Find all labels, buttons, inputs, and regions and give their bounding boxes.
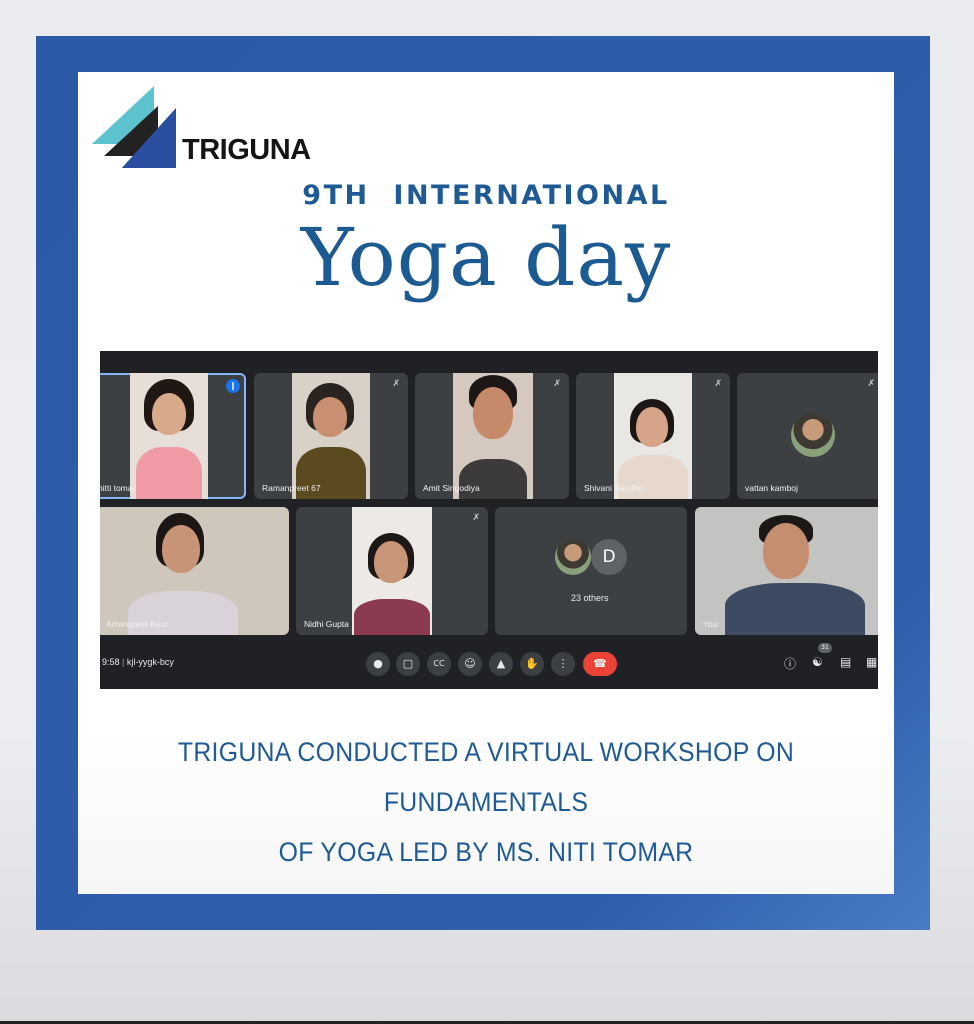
heading-subtitle: 9TH INTERNATIONAL bbox=[302, 180, 670, 211]
participant-count-badge: 31 bbox=[818, 643, 832, 653]
participant-tile: ✗ vattan kamboj bbox=[737, 373, 878, 499]
camera-icon[interactable]: ▢ bbox=[396, 652, 420, 676]
participant-video bbox=[130, 373, 208, 499]
muted-mic-icon: ✗ bbox=[392, 379, 400, 389]
participant-tile: ✗ Shivani Sandhu bbox=[576, 373, 730, 499]
muted-mic-icon: ✗ bbox=[867, 379, 875, 389]
call-controls-bar: 9:58 | kjl-yygk-bcy ● ▢ CC ☺ ▲ ✋ ⋮ ☎ ⓘ 3… bbox=[100, 643, 878, 689]
participant-name: vattan kamboj bbox=[745, 483, 798, 493]
meeting-info: 9:58 | kjl-yygk-bcy bbox=[102, 657, 174, 667]
muted-mic-icon: ✗ bbox=[714, 379, 722, 389]
participant-name: You bbox=[703, 619, 718, 629]
people-icon[interactable]: ☯ bbox=[812, 655, 823, 669]
video-call-screenshot: ‖ nitti tomar ✗ Ramanpreet 67 ✗ Amit Sin… bbox=[100, 351, 878, 689]
participant-avatar bbox=[555, 539, 591, 575]
info-icon[interactable]: ⓘ bbox=[784, 655, 796, 672]
caption-line-2: OF YOGA LED BY MS. NITI TOMAR bbox=[278, 837, 694, 867]
participant-name: Amanpreet Kaur bbox=[106, 619, 168, 629]
triguna-logo: TRIGUNA bbox=[84, 78, 311, 168]
participant-tile: ✗ Ramanpreet 67 bbox=[254, 373, 408, 499]
others-count: 23 others bbox=[571, 593, 609, 603]
participant-tile: ✗ Nidhi Gupta bbox=[296, 507, 488, 635]
participant-video bbox=[453, 373, 533, 499]
muted-mic-icon: ✗ bbox=[273, 513, 281, 523]
participant-video bbox=[292, 373, 370, 499]
present-icon[interactable]: ▲ bbox=[489, 652, 513, 676]
participant-tile: ✗ Amanpreet Kaur bbox=[100, 507, 289, 635]
muted-mic-icon: ✗ bbox=[553, 379, 561, 389]
participant-name: Ramanpreet 67 bbox=[262, 483, 321, 493]
raise-hand-icon[interactable]: ✋ bbox=[520, 652, 544, 676]
emoji-icon[interactable]: ☺ bbox=[458, 652, 482, 676]
participant-tile: ‖ nitti tomar bbox=[100, 373, 246, 499]
caption: TRIGUNA CONDUCTED A VIRTUAL WORKSHOP ON … bbox=[111, 727, 862, 877]
participant-name: Nidhi Gupta bbox=[304, 619, 349, 629]
chat-icon[interactable]: ▤ bbox=[840, 655, 851, 669]
end-call-icon[interactable]: ☎ bbox=[583, 652, 617, 676]
participant-video bbox=[352, 507, 432, 635]
participant-tile: ✗ Amit Singodiya bbox=[415, 373, 569, 499]
speaking-icon: ‖ bbox=[226, 379, 240, 393]
caption-line-1: TRIGUNA CONDUCTED A VIRTUAL WORKSHOP ON … bbox=[177, 737, 795, 817]
participant-video bbox=[614, 373, 692, 499]
participant-tile: You bbox=[695, 507, 878, 635]
captions-icon[interactable]: CC bbox=[427, 652, 451, 676]
activities-icon[interactable]: ▦ bbox=[866, 655, 877, 669]
participant-name: Shivani Sandhu bbox=[584, 483, 644, 493]
participant-video bbox=[695, 507, 878, 635]
heading-title: Yoga day bbox=[300, 211, 672, 304]
participant-name: nitti tomar bbox=[100, 483, 136, 493]
mic-icon[interactable]: ● bbox=[366, 652, 390, 676]
logo-text: TRIGUNA bbox=[182, 134, 311, 166]
participant-video bbox=[100, 507, 289, 635]
participant-avatar bbox=[791, 413, 835, 457]
others-tile: D 23 others bbox=[495, 507, 687, 635]
muted-mic-icon: ✗ bbox=[472, 513, 480, 523]
participant-name: Amit Singodiya bbox=[423, 483, 480, 493]
meeting-time: 9:58 bbox=[102, 657, 120, 667]
participant-initial: D bbox=[591, 539, 627, 575]
meeting-code: kjl-yygk-bcy bbox=[126, 657, 174, 667]
more-icon[interactable]: ⋮ bbox=[551, 652, 575, 676]
